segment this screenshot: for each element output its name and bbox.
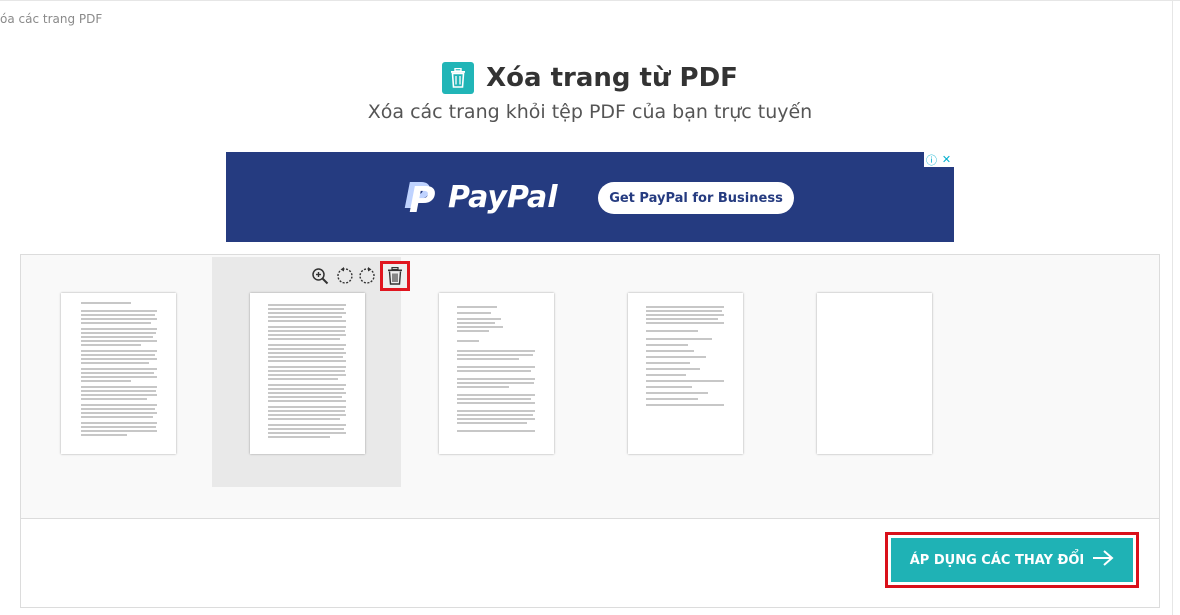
page-title: Xóa trang từ PDF bbox=[486, 63, 738, 93]
ad-banner[interactable]: P P PayPal Get PayPal for Business ⓘ ✕ bbox=[226, 152, 954, 242]
breadcrumb: óa các trang PDF bbox=[0, 12, 103, 26]
trash-icon bbox=[442, 62, 475, 94]
page-subtitle: Xóa các trang khỏi tệp PDF của bạn trực … bbox=[367, 101, 813, 123]
title-row: Xóa trang từ PDF bbox=[0, 62, 1180, 94]
editor-panel: ÁP DỤNG CÁC THAY ĐỔI bbox=[20, 254, 1160, 608]
arrow-right-icon bbox=[1092, 550, 1114, 570]
page-text-lines bbox=[268, 304, 346, 438]
rotate-right-icon[interactable] bbox=[356, 265, 380, 287]
page-toolbar bbox=[308, 261, 410, 291]
page-thumbnail[interactable] bbox=[439, 293, 554, 454]
page-slot-5[interactable] bbox=[779, 257, 968, 487]
paypal-logo: P P PayPal bbox=[404, 176, 558, 221]
ad-controls: ⓘ ✕ bbox=[924, 152, 954, 167]
page-slot-1[interactable] bbox=[23, 257, 212, 487]
page-thumbnail[interactable] bbox=[61, 293, 176, 454]
page-thumbnail[interactable] bbox=[628, 293, 743, 454]
page-text-lines bbox=[457, 306, 535, 432]
ad-brand: PayPal bbox=[448, 179, 558, 215]
top-border bbox=[0, 0, 1180, 1]
page-text-lines bbox=[646, 306, 724, 406]
page-thumbnail[interactable] bbox=[817, 293, 932, 454]
page-text-lines bbox=[81, 302, 157, 436]
page-slot-3[interactable] bbox=[401, 257, 590, 487]
page-thumbnail[interactable] bbox=[250, 293, 365, 454]
paypal-mark-icon: P P bbox=[404, 176, 436, 221]
zoom-in-icon[interactable] bbox=[308, 265, 332, 287]
page-grid bbox=[21, 255, 1159, 519]
apply-changes-button[interactable]: ÁP DỤNG CÁC THAY ĐỔI bbox=[891, 538, 1133, 582]
page-slot-2[interactable] bbox=[212, 257, 410, 487]
apply-changes-label: ÁP DỤNG CÁC THAY ĐỔI bbox=[909, 552, 1085, 568]
rotate-left-icon[interactable] bbox=[332, 265, 356, 287]
ad-cta-button[interactable]: Get PayPal for Business bbox=[598, 182, 794, 214]
close-icon[interactable]: ✕ bbox=[939, 152, 954, 167]
info-icon[interactable]: ⓘ bbox=[924, 152, 939, 167]
apply-button-highlight: ÁP DỤNG CÁC THAY ĐỔI bbox=[885, 532, 1139, 588]
page-slot-4[interactable] bbox=[590, 257, 779, 487]
